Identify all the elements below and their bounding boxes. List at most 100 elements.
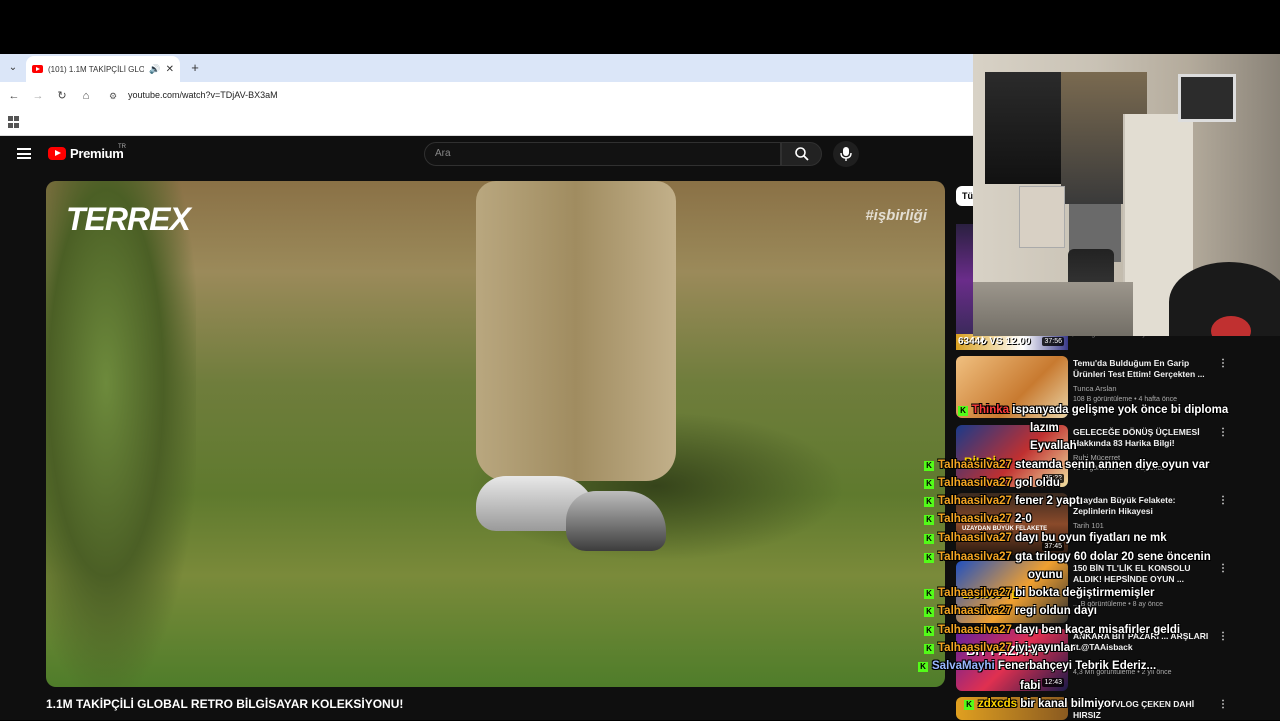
chat-message: K Talhaasilva27 2-0 (924, 513, 1032, 525)
url-field[interactable]: youtube.com/watch?v=TDjAV-BX3aM (128, 90, 278, 100)
video-brand-watermark: TERREX (66, 201, 191, 237)
recommendation-title[interactable]: Temu'da Bulduğum En Garip Ürünleri Test … (1073, 358, 1213, 380)
chat-text: gta trilogy 60 dolar 20 sene öncenin (1015, 551, 1211, 563)
chat-username: Thinka (972, 404, 1010, 416)
kick-badge-icon: K (924, 607, 934, 617)
browser-tab-strip: ⌄ (101) 1.1M TAKİPÇİLİ GLOB 🔊 ✕ + (0, 54, 973, 82)
kick-badge-icon: K (924, 479, 934, 489)
kick-badge-icon: K (918, 662, 928, 672)
hamburger-menu-icon[interactable] (17, 148, 31, 159)
chat-text: bir kanal bilmiyor (1020, 698, 1116, 710)
chat-message: K Talhaasilva27 dayı ben kaçar misafirler… (924, 624, 1180, 636)
more-options-icon[interactable]: ⋮ (1218, 358, 1228, 369)
kick-badge-icon: K (924, 461, 934, 471)
chat-message: lazım (1030, 422, 1059, 434)
browser-tab[interactable]: (101) 1.1M TAKİPÇİLİ GLOB 🔊 ✕ (26, 56, 180, 82)
youtube-play-icon (48, 147, 66, 160)
logo-text: Premium (70, 146, 124, 161)
site-info-icon[interactable]: ⚙ (109, 88, 123, 104)
more-options-icon[interactable]: ⋮ (1218, 563, 1228, 574)
recommendation-title[interactable]: Uzaydan Büyük Felakete: Zeplinlerin Hika… (1073, 495, 1213, 517)
kick-badge-icon: K (924, 553, 934, 563)
webcam-poster (985, 72, 1061, 184)
speaker-icon[interactable]: 🔊 (149, 64, 160, 75)
kick-badge-icon: K (924, 515, 934, 525)
more-options-icon[interactable]: ⋮ (1218, 631, 1228, 642)
chat-text: fener 2 yaptı (1015, 495, 1083, 507)
youtube-premium-logo[interactable]: Premium TR (48, 144, 126, 161)
chat-message: K Talhaasilva27 bi bokta değiştirmemişler (924, 587, 1154, 599)
home-icon[interactable]: ⌂ (78, 88, 94, 104)
kick-badge-icon: K (924, 626, 934, 636)
webcam-bed (973, 282, 1133, 336)
chat-message: K Talhaasilva27 gta trilogy 60 dolar 20 s… (924, 551, 1211, 563)
chat-message: fabi (1020, 680, 1040, 692)
search-button[interactable] (781, 142, 822, 166)
chat-message: Eyvallah (1030, 440, 1077, 452)
logo-region: TR (118, 144, 126, 150)
video-duration: 12:43 (1042, 678, 1064, 687)
more-options-icon[interactable]: ⋮ (1218, 699, 1228, 710)
youtube-header: Premium TR Ara (0, 136, 973, 172)
chat-username: zdxcds (978, 698, 1017, 710)
chat-message: K Talhaasilva27 dayı bu oyun fiyatları ne… (924, 532, 1167, 544)
chat-text: Fenerbahçeyi Tebrik Ederiz... (997, 660, 1157, 672)
thumbnail-text: 6344₺ VS 12.00 (958, 336, 1031, 347)
youtube-page: Premium TR Ara TERREX #işbirliği 1.1M TA… (0, 136, 973, 720)
chat-message: K Talhaasilva27 gol oldu (924, 477, 1060, 489)
chat-username: Talhaasilva27 (938, 642, 1012, 654)
recommendation-meta: 108 B görüntüleme • 4 hafta önce (1073, 396, 1178, 403)
more-options-icon[interactable]: ⋮ (1218, 427, 1228, 438)
recommendation-channel[interactable]: Tunca Arslan (1073, 384, 1117, 393)
chat-text: bi bokta değiştirmemişler (1015, 587, 1155, 599)
filter-chip[interactable]: Tü (956, 186, 974, 206)
chat-text: dayı ben kaçar misafirler geldi (1015, 624, 1181, 636)
recommendation-title[interactable]: GELECEĞE DÖNÜŞ ÜÇLEMESİ Hakkında 83 Hari… (1073, 427, 1213, 449)
back-arrow-icon[interactable]: ← (6, 88, 22, 104)
recommendation-thumbnails-strip[interactable] (956, 224, 973, 336)
chat-message: K Talhaasilva27 iyi yayınlar (924, 642, 1075, 654)
chat-username: Talhaasilva27 (938, 532, 1012, 544)
apps-grid-icon[interactable] (8, 116, 20, 128)
chat-message: oyunu (1028, 569, 1063, 581)
search-input[interactable]: Ara (424, 142, 781, 166)
video-title: 1.1M TAKİPÇİLİ GLOBAL RETRO BİLGİSAYAR K… (46, 697, 404, 711)
chat-username: Talhaasilva27 (938, 605, 1012, 617)
chat-text: regi oldun dayı (1015, 605, 1097, 617)
chat-text: iyi yayınlar (1015, 642, 1075, 654)
recommendation-title[interactable]: 150 BİN TL'LİK EL KONSOLU ALDIK! HEPSİND… (1073, 563, 1213, 585)
more-options-icon[interactable]: ⋮ (1218, 495, 1228, 506)
voice-search-button[interactable] (833, 141, 859, 167)
forward-arrow-icon[interactable]: → (30, 88, 46, 104)
webcam-frame (1178, 74, 1236, 122)
chat-text: lazım (1030, 422, 1059, 434)
video-person-legs (476, 181, 676, 481)
recommendation-thumbnail[interactable]: 6344₺ VS 12.00 37:56 (956, 334, 1068, 350)
chat-username: Talhaasilva27 (938, 551, 1012, 563)
search-icon (795, 147, 809, 161)
chat-message: K Talhaasilva27 fener 2 yaptı (924, 495, 1083, 507)
video-shoe (566, 491, 666, 551)
kick-badge-icon: K (924, 644, 934, 654)
webcam-poster (1019, 186, 1065, 248)
chat-username: Talhaasilva27 (938, 477, 1012, 489)
youtube-favicon-icon (32, 65, 43, 73)
tab-search-chevron-icon[interactable]: ⌄ (4, 60, 22, 76)
chat-message: K SalvaMayhi Fenerbahçeyi Tebrik Ederiz..… (918, 660, 1156, 672)
chat-text: Eyvallah (1030, 440, 1077, 452)
top-black-bar (0, 0, 1280, 54)
chat-message: K Talhaasilva27 steamda senin annen diye … (924, 459, 1209, 471)
recommendation-channel[interactable]: Tarih 101 (1073, 521, 1104, 530)
bookmarks-bar (0, 110, 973, 136)
chat-message: K Thinka ispanyada gelişme yok önce bi di… (958, 404, 1228, 416)
video-player[interactable]: TERREX #işbirliği (46, 181, 945, 687)
chat-text: gol oldu (1015, 477, 1060, 489)
chat-message: Kzdxcds bir kanal bilmiyor (964, 698, 1115, 710)
tab-close-icon[interactable]: ✕ (166, 64, 174, 75)
chat-message: K Talhaasilva27 regi oldun dayı (924, 605, 1097, 617)
chat-text: fabi (1020, 680, 1041, 692)
microphone-icon (840, 147, 852, 161)
new-tab-plus-icon[interactable]: + (188, 60, 202, 76)
reload-icon[interactable]: ↻ (54, 88, 70, 104)
chat-text: 2-0 (1015, 513, 1032, 525)
